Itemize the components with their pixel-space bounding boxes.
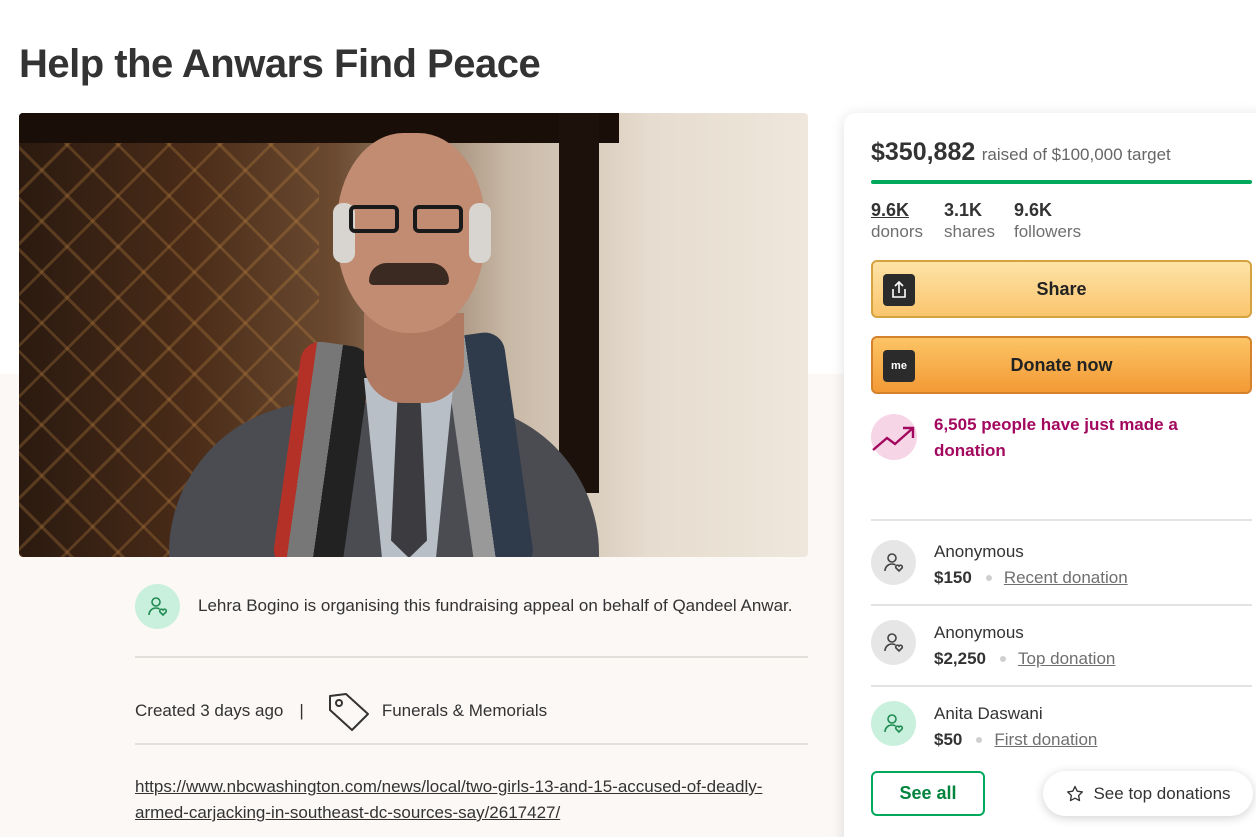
stat-shares: 3.1K shares: [944, 200, 995, 242]
stat-label: followers: [1014, 222, 1082, 241]
stat-donors[interactable]: 9.6K donors: [871, 200, 923, 242]
donor-name: Anonymous: [934, 623, 1024, 642]
recent-donations-notice: 6,505 people have just made a donation: [934, 415, 1178, 460]
donor-avatar: [871, 620, 916, 665]
user-heart-icon: [883, 713, 903, 733]
stat-value: 3.1K: [944, 200, 983, 220]
divider: [871, 519, 1252, 521]
portrait-glasses: [349, 205, 469, 235]
share-button[interactable]: Share: [871, 260, 1252, 318]
raised-summary: $350,882 raised of $100,000 target: [871, 138, 1171, 167]
meta-separator: |: [299, 701, 304, 720]
background-frame-post: [559, 113, 599, 493]
stat-label: shares: [944, 222, 996, 241]
dot-separator: [985, 575, 992, 581]
dot-separator: [976, 737, 983, 743]
trending-up-icon: [871, 414, 917, 460]
divider: [871, 604, 1252, 606]
campaign-meta: Created 3 days ago | Funerals & Memorial…: [135, 690, 547, 732]
stat-value: 9.6K: [1014, 200, 1053, 220]
star-icon: [1067, 785, 1084, 801]
portrait-mustache: [369, 263, 449, 285]
donation-line: $50 First donation: [934, 730, 1097, 750]
see-top-donations-button[interactable]: See top donations: [1043, 771, 1253, 816]
donation-amount: $50: [934, 730, 963, 749]
donation-kind-link[interactable]: First donation: [994, 730, 1097, 750]
donation-amount: $150: [934, 568, 972, 587]
donate-now-button[interactable]: me Donate now: [871, 336, 1252, 394]
tag-icon: [328, 693, 369, 731]
donation-line: $2,250 Top donation: [934, 649, 1115, 669]
share-button-label: Share: [1036, 278, 1087, 299]
background-frame: [19, 113, 619, 143]
divider: [135, 743, 808, 745]
donor-avatar: [871, 701, 916, 746]
stat-followers: 9.6K followers: [1014, 200, 1081, 242]
dot-separator: [1000, 656, 1006, 662]
stat-label: donors: [871, 222, 923, 241]
progress-fill: [871, 180, 1252, 184]
donation-kind-link[interactable]: Recent donation: [1004, 568, 1128, 588]
stat-value: 9.6K: [871, 200, 910, 220]
category-link[interactable]: Funerals & Memorials: [382, 701, 547, 721]
created-date: Created 3 days ago: [135, 701, 284, 720]
page-title: Help the Anwars Find Peace: [19, 42, 541, 86]
divider: [871, 685, 1252, 687]
divider: [135, 656, 808, 658]
see-top-donations-label: See top donations: [1093, 783, 1231, 803]
see-all-button[interactable]: See all: [871, 771, 985, 816]
donation-kind-link[interactable]: Top donation: [1018, 649, 1115, 669]
portrait-hair-right: [469, 203, 491, 263]
donor-name: Anita Daswani: [934, 704, 1043, 723]
donation-line: $150 Recent donation: [934, 568, 1128, 588]
donor-avatar: [871, 540, 916, 585]
donor-name: Anonymous: [934, 542, 1024, 561]
raised-target: raised of $100,000 target: [981, 145, 1171, 164]
donation-amount: $2,250: [934, 649, 986, 668]
user-heart-icon: [883, 552, 903, 572]
progress-bar: [871, 180, 1252, 184]
organiser-text: Lehra Bogino is organising this fundrais…: [198, 596, 793, 615]
donate-button-label: Donate now: [1010, 354, 1113, 375]
news-link[interactable]: https://www.nbcwashington.com/news/local…: [135, 774, 815, 826]
share-icon: [883, 274, 915, 306]
gofundme-icon: me: [883, 350, 915, 382]
raised-amount: $350,882: [871, 138, 976, 166]
organiser-avatar: [135, 584, 180, 629]
campaign-hero-image[interactable]: [19, 113, 808, 557]
user-heart-icon: [883, 632, 903, 652]
user-heart-icon: [147, 596, 167, 616]
